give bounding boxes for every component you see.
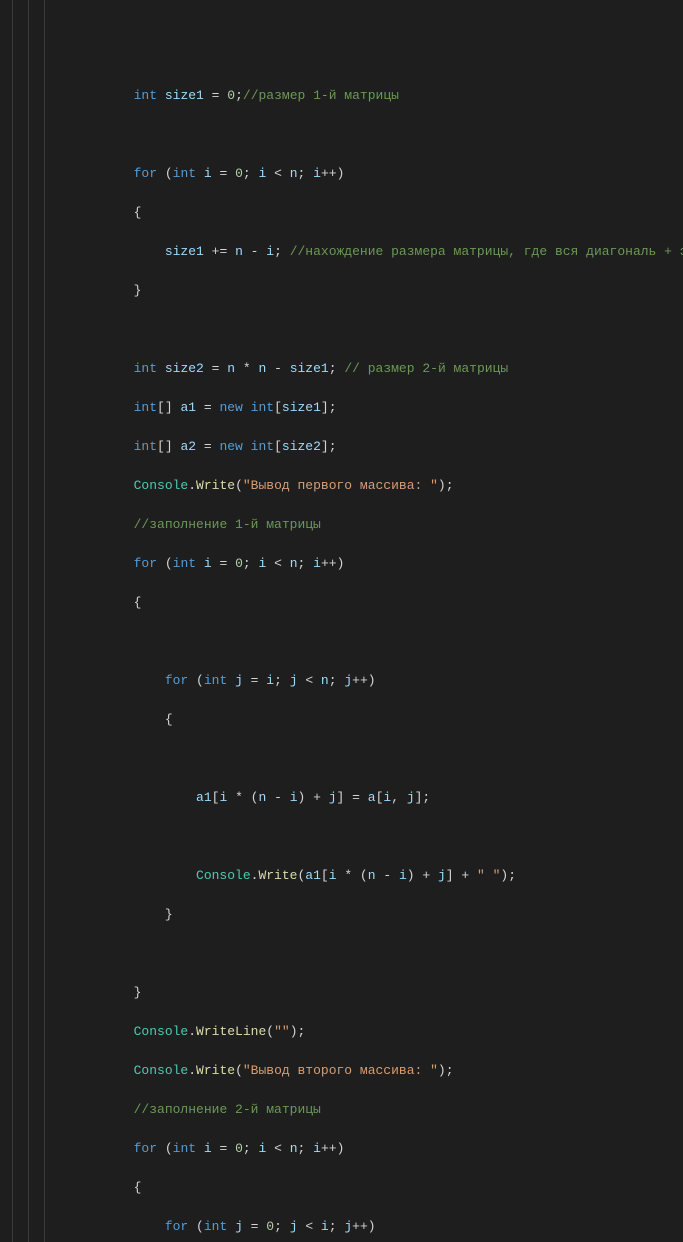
code-line[interactable]: size1 += n - i; //нахождение размера мат…: [40, 242, 683, 262]
code-line[interactable]: a1[i * (n - i) + j] = a[i, j];: [40, 788, 683, 808]
code-line[interactable]: //заполнение 1-й матрицы: [40, 515, 683, 535]
code-line[interactable]: Console.Write("Вывод первого массива: ")…: [40, 476, 683, 496]
code-line[interactable]: }: [40, 983, 683, 1003]
code-line[interactable]: for (int j = 0; j < i; j++): [40, 1217, 683, 1237]
code-line[interactable]: {: [40, 203, 683, 223]
code-line[interactable]: {: [40, 593, 683, 613]
code-line[interactable]: int[] a1 = new int[size1];: [40, 398, 683, 418]
code-line[interactable]: }: [40, 905, 683, 925]
code-line[interactable]: int size1 = 0;//размер 1-й матрицы: [40, 86, 683, 106]
code-line[interactable]: for (int i = 0; i < n; i++): [40, 554, 683, 574]
code-line[interactable]: {: [40, 1178, 683, 1198]
code-line[interactable]: {: [40, 710, 683, 730]
code-editor[interactable]: int size1 = 0;//размер 1-й матрицы for (…: [0, 0, 683, 1242]
code-line[interactable]: for (int j = i; j < n; j++): [40, 671, 683, 691]
code-line[interactable]: int size2 = n * n - size1; // размер 2-й…: [40, 359, 683, 379]
code-line[interactable]: //заполнение 2-й матрицы: [40, 1100, 683, 1120]
code-line[interactable]: Console.Write(a1[i * (n - i) + j] + " ")…: [40, 866, 683, 886]
code-line[interactable]: }: [40, 281, 683, 301]
code-line[interactable]: Console.Write("Вывод второго массива: ")…: [40, 1061, 683, 1081]
code-line[interactable]: for (int i = 0; i < n; i++): [40, 164, 683, 184]
code-line[interactable]: int[] a2 = new int[size2];: [40, 437, 683, 457]
code-line[interactable]: for (int i = 0; i < n; i++): [40, 1139, 683, 1159]
code-line[interactable]: Console.WriteLine("");: [40, 1022, 683, 1042]
